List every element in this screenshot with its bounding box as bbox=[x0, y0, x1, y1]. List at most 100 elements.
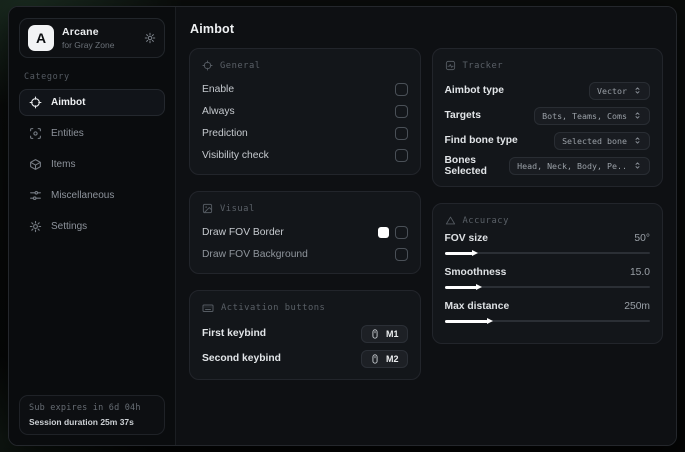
setting-label: Find bone type bbox=[444, 135, 518, 146]
sidebar-item-miscellaneous[interactable]: Miscellaneous bbox=[19, 182, 165, 209]
keybind-value: M1 bbox=[385, 328, 399, 339]
bones-selected-select[interactable]: Head, Neck, Body, Pe.. bbox=[509, 156, 650, 175]
card-title: Accuracy bbox=[462, 215, 509, 226]
setting-label: Draw FOV Background bbox=[202, 248, 308, 260]
enable-checkbox[interactable] bbox=[394, 82, 408, 96]
slider-row: FOV size 50° bbox=[444, 233, 650, 258]
mouse-icon bbox=[370, 353, 380, 364]
gear-icon bbox=[29, 220, 42, 233]
app-window: A Arcane for Gray Zone Category Aimbot E… bbox=[8, 6, 677, 446]
setting-row: Aimbot type Vector bbox=[444, 78, 650, 103]
sidebar-item-label: Entities bbox=[51, 128, 84, 139]
main-content: Aimbot General Enable Always Prediction … bbox=[176, 7, 676, 445]
setting-label: Prediction bbox=[202, 127, 248, 139]
fov-border-color-swatch[interactable] bbox=[377, 226, 389, 238]
slider-row: Smoothness 15.0 bbox=[444, 267, 650, 292]
slider-thumb[interactable] bbox=[472, 249, 479, 256]
keybind-value: M2 bbox=[385, 353, 399, 364]
setting-row: Find bone type Selected bone bbox=[444, 128, 650, 153]
setting-label: Always bbox=[202, 105, 235, 117]
slider-row: Max distance 250m bbox=[444, 301, 650, 326]
setting-row: Enable bbox=[202, 78, 408, 100]
setting-row: Second keybind M2 bbox=[202, 346, 408, 371]
card-title: Tracker bbox=[462, 60, 504, 71]
chevrons-up-down-icon bbox=[633, 111, 642, 120]
app-header: A Arcane for Gray Zone bbox=[19, 18, 165, 58]
setting-label: First keybind bbox=[202, 328, 267, 339]
setting-row: Visibility check bbox=[202, 144, 408, 166]
select-value: Bots, Teams, Coms bbox=[542, 110, 627, 121]
slider-thumb[interactable] bbox=[476, 283, 483, 290]
setting-row: Bones Selected Head, Neck, Body, Pe.. bbox=[445, 153, 650, 178]
setting-row: Always bbox=[202, 100, 408, 122]
setting-label: Visibility check bbox=[202, 149, 269, 161]
select-value: Selected bone bbox=[562, 135, 627, 146]
activation-buttons-card: Activation buttons First keybind M1 Seco… bbox=[189, 290, 421, 380]
tracker-icon bbox=[445, 60, 456, 71]
find-bone-type-select[interactable]: Selected bone bbox=[554, 131, 650, 150]
visual-card: Visual Draw FOV Border Draw FOV Backgrou… bbox=[189, 191, 421, 274]
sub-expires-text: Sub expires in 6d 04h bbox=[29, 403, 141, 413]
slider-label: Smoothness bbox=[444, 267, 507, 278]
sidebar-item-label: Items bbox=[51, 159, 76, 170]
always-checkbox[interactable] bbox=[394, 104, 408, 118]
setting-label: Second keybind bbox=[202, 353, 281, 364]
sidebar-item-settings[interactable]: Settings bbox=[19, 213, 165, 240]
crosshair-icon bbox=[29, 96, 42, 109]
setting-label: Enable bbox=[202, 83, 235, 95]
gear-icon[interactable] bbox=[144, 32, 156, 44]
triangle-icon bbox=[445, 215, 456, 226]
sidebar-nav: Aimbot Entities Items Miscellaneous Sett… bbox=[19, 89, 165, 240]
prediction-checkbox[interactable] bbox=[394, 126, 408, 140]
second-keybind-button[interactable]: M2 bbox=[360, 349, 408, 368]
slider-value: 250m bbox=[624, 301, 650, 312]
setting-label: Targets bbox=[444, 110, 481, 121]
sidebar-item-items[interactable]: Items bbox=[19, 151, 165, 178]
fov-size-slider[interactable] bbox=[444, 248, 650, 258]
aimbot-type-select[interactable]: Vector bbox=[589, 81, 650, 100]
sidebar-item-aimbot[interactable]: Aimbot bbox=[19, 89, 165, 116]
setting-row: Targets Bots, Teams, Coms bbox=[444, 103, 650, 128]
max-distance-slider[interactable] bbox=[444, 316, 650, 326]
general-card: General Enable Always Prediction Visibil… bbox=[189, 48, 421, 175]
select-value: Vector bbox=[597, 85, 627, 96]
app-name: Arcane bbox=[62, 26, 99, 38]
setting-label: Aimbot type bbox=[444, 85, 505, 96]
chevrons-up-down-icon bbox=[633, 86, 642, 95]
sidebar-item-label: Settings bbox=[51, 221, 88, 232]
package-icon bbox=[29, 158, 42, 171]
draw-fov-border-checkbox[interactable] bbox=[394, 225, 408, 239]
slider-thumb[interactable] bbox=[486, 317, 493, 324]
page-title: Aimbot bbox=[190, 22, 235, 36]
tracker-card: Tracker Aimbot type Vector Targets Bots,… bbox=[431, 48, 663, 187]
setting-row: Draw FOV Border bbox=[202, 221, 408, 243]
card-title: General bbox=[220, 60, 261, 71]
card-title: Visual bbox=[220, 203, 255, 214]
setting-row: Prediction bbox=[202, 122, 408, 144]
chevrons-up-down-icon bbox=[633, 161, 642, 170]
chevrons-up-down-icon bbox=[633, 136, 642, 145]
slider-value: 15.0 bbox=[629, 267, 650, 278]
slider-label: Max distance bbox=[444, 301, 510, 312]
entities-scan-icon bbox=[29, 127, 42, 140]
sidebar-item-label: Aimbot bbox=[51, 97, 86, 108]
keyboard-icon bbox=[202, 302, 214, 314]
setting-label: Draw FOV Border bbox=[202, 226, 284, 238]
smoothness-slider[interactable] bbox=[444, 282, 650, 292]
accuracy-card: Accuracy FOV size 50° Smoothness 15.0 Ma… bbox=[431, 203, 663, 344]
targets-select[interactable]: Bots, Teams, Coms bbox=[534, 106, 650, 125]
image-icon bbox=[202, 203, 213, 214]
session-duration-text: Session duration 25m 37s bbox=[29, 417, 134, 427]
category-label: Category bbox=[24, 72, 70, 82]
visibility-check-checkbox[interactable] bbox=[394, 148, 408, 162]
subscription-info: Sub expires in 6d 04h Session duration 2… bbox=[19, 395, 165, 435]
first-keybind-button[interactable]: M1 bbox=[360, 324, 408, 343]
sidebar: A Arcane for Gray Zone Category Aimbot E… bbox=[9, 7, 176, 445]
crosshair-icon bbox=[202, 60, 213, 71]
sidebar-item-entities[interactable]: Entities bbox=[19, 120, 165, 147]
mouse-icon bbox=[370, 328, 380, 339]
slider-value: 50° bbox=[634, 233, 650, 244]
draw-fov-background-checkbox[interactable] bbox=[394, 247, 408, 261]
sliders-icon bbox=[29, 189, 42, 202]
app-subtitle: for Gray Zone bbox=[62, 40, 115, 50]
